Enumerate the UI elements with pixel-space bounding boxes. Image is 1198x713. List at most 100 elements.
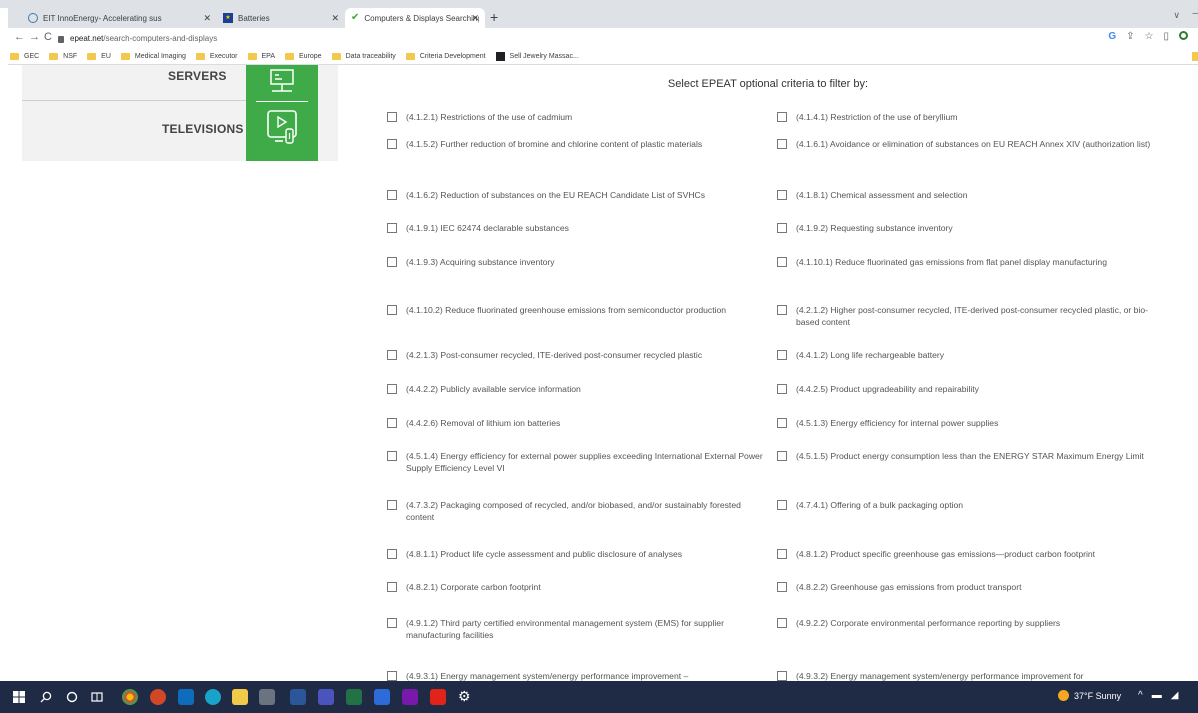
task-view-icon[interactable] — [91, 691, 103, 703]
settings-icon[interactable]: ⚙ — [458, 688, 471, 705]
criterion-option[interactable]: (4.1.8.1) Chemical assessment and select… — [777, 189, 1163, 201]
criterion-checkbox[interactable] — [777, 671, 787, 681]
criterion-checkbox[interactable] — [387, 305, 397, 315]
criterion-checkbox[interactable] — [387, 384, 397, 394]
bookmark-data-traceability[interactable]: Data traceability — [331, 52, 396, 60]
search-icon[interactable] — [40, 691, 52, 703]
teams-icon[interactable] — [318, 689, 334, 705]
bookmark-criteria-development[interactable]: Criteria Development — [405, 52, 486, 60]
criterion-option[interactable]: (4.5.1.5) Product energy consumption les… — [777, 450, 1163, 462]
new-tab-button[interactable]: + — [490, 9, 498, 25]
criterion-option[interactable]: (4.1.9.2) Requesting substance inventory — [777, 222, 1163, 234]
tab-search-menu-icon[interactable]: ∨ — [1173, 10, 1180, 21]
workdocs-icon[interactable] — [374, 689, 390, 705]
criterion-option[interactable]: (4.8.1.2) Product specific greenhouse ga… — [777, 548, 1163, 560]
reload-icon[interactable]: C — [44, 31, 52, 43]
weather-widget[interactable]: 37°F Sunny — [1058, 690, 1121, 701]
bookmark-executor[interactable]: Executor — [195, 52, 238, 60]
category-servers[interactable]: SERVERS — [168, 69, 227, 83]
bookmark-epa[interactable]: EPA — [247, 52, 275, 60]
criterion-checkbox[interactable] — [387, 418, 397, 428]
criterion-option[interactable]: (4.1.9.1) IEC 62474 declarable substance… — [387, 222, 769, 234]
criterion-checkbox[interactable] — [387, 500, 397, 510]
file-explorer-icon[interactable] — [232, 689, 248, 705]
criterion-checkbox[interactable] — [777, 112, 787, 122]
criterion-option[interactable]: (4.8.2.1) Corporate carbon footprint — [387, 581, 769, 593]
criterion-checkbox[interactable] — [777, 549, 787, 559]
criterion-checkbox[interactable] — [777, 190, 787, 200]
criterion-checkbox[interactable] — [777, 500, 787, 510]
outlook-icon[interactable] — [178, 689, 194, 705]
criterion-checkbox[interactable] — [777, 582, 787, 592]
category-televisions[interactable]: TELEVISIONS — [162, 122, 244, 136]
criterion-checkbox[interactable] — [777, 618, 787, 628]
other-bookmarks-folder-icon[interactable] — [1192, 52, 1198, 61]
minimize-window-icon[interactable]: – — [1192, 8, 1198, 19]
criterion-option[interactable]: (4.9.3.1) Energy management system/energ… — [387, 670, 769, 681]
criterion-option[interactable]: (4.1.9.3) Acquiring substance inventory — [387, 256, 769, 268]
criterion-option[interactable]: (4.2.1.3) Post-consumer recycled, ITE-de… — [387, 349, 769, 361]
criterion-option[interactable]: (4.4.2.6) Removal of lithium ion batteri… — [387, 417, 769, 429]
bookmark-sell-jewelry[interactable]: Sell Jewelry Massac... — [495, 51, 579, 61]
criterion-option[interactable]: (4.8.2.2) Greenhouse gas emissions from … — [777, 581, 1163, 593]
profile-avatar-icon[interactable] — [1179, 31, 1188, 40]
cortana-icon[interactable] — [66, 691, 78, 703]
criterion-checkbox[interactable] — [387, 618, 397, 628]
criterion-option[interactable]: (4.1.6.2) Reduction of substances on the… — [387, 189, 769, 201]
volume-icon[interactable]: ◢ — [1171, 690, 1179, 701]
criterion-checkbox[interactable] — [777, 384, 787, 394]
criterion-checkbox[interactable] — [387, 451, 397, 461]
criterion-option[interactable]: (4.1.10.1) Reduce fluorinated gas emissi… — [777, 256, 1163, 268]
criterion-checkbox[interactable] — [777, 418, 787, 428]
address-bar[interactable]: epeat.net /search-computers-and-displays — [58, 30, 1168, 46]
criterion-checkbox[interactable] — [387, 112, 397, 122]
criterion-option[interactable]: (4.4.1.2) Long life rechargeable battery — [777, 349, 1163, 361]
forward-arrow-icon[interactable]: → — [29, 31, 40, 43]
word-icon[interactable] — [290, 689, 306, 705]
criterion-option[interactable]: (4.1.4.1) Restriction of the use of bery… — [777, 111, 1163, 123]
criterion-checkbox[interactable] — [387, 671, 397, 681]
criterion-checkbox[interactable] — [387, 257, 397, 267]
calculator-icon[interactable] — [259, 689, 275, 705]
powerpoint-icon[interactable] — [150, 689, 166, 705]
criterion-option[interactable]: (4.1.2.1) Restrictions of the use of cad… — [387, 111, 769, 123]
criterion-checkbox[interactable] — [777, 257, 787, 267]
criterion-option[interactable]: (4.1.5.2) Further reduction of bromine a… — [387, 138, 769, 150]
criterion-option[interactable]: (4.4.2.2) Publicly available service inf… — [387, 383, 769, 395]
back-arrow-icon[interactable]: ← — [14, 31, 25, 43]
criterion-checkbox[interactable] — [387, 190, 397, 200]
tray-chevron-icon[interactable]: ^ — [1138, 690, 1143, 701]
google-lens-icon[interactable]: G — [1108, 31, 1116, 42]
bookmark-gec[interactable]: GEC — [10, 52, 39, 60]
criterion-checkbox[interactable] — [387, 549, 397, 559]
criterion-checkbox[interactable] — [387, 139, 397, 149]
criterion-option[interactable]: (4.8.1.1) Product life cycle assessment … — [387, 548, 769, 560]
criterion-option[interactable]: (4.2.1.2) Higher post-consumer recycled,… — [777, 304, 1163, 328]
criterion-checkbox[interactable] — [387, 223, 397, 233]
close-tab-icon[interactable]: ✕ — [471, 13, 479, 24]
criterion-checkbox[interactable] — [777, 139, 787, 149]
criterion-option[interactable]: (4.9.2.2) Corporate environmental perfor… — [777, 617, 1163, 629]
criterion-option[interactable]: (4.1.6.1) Avoidance or elimination of su… — [777, 138, 1163, 150]
criterion-checkbox[interactable] — [387, 582, 397, 592]
close-tab-icon[interactable]: ✕ — [331, 13, 339, 24]
criterion-option[interactable]: (4.7.3.2) Packaging composed of recycled… — [387, 499, 769, 523]
side-panel-icon[interactable]: ▯ — [1163, 31, 1169, 42]
close-tab-icon[interactable]: ✕ — [203, 13, 211, 24]
criterion-checkbox[interactable] — [777, 305, 787, 315]
criterion-option[interactable]: (4.1.10.2) Reduce fluorinated greenhouse… — [387, 304, 769, 316]
criterion-checkbox[interactable] — [777, 451, 787, 461]
tab-computers-displays[interactable]: ✔ Computers & Displays Searching ✕ — [345, 8, 485, 28]
criterion-option[interactable]: (4.9.3.2) Energy management system/energ… — [777, 670, 1163, 681]
bookmark-star-icon[interactable]: ☆ — [1145, 31, 1154, 42]
criterion-checkbox[interactable] — [777, 223, 787, 233]
bookmark-medical-imaging[interactable]: Medical Imaging — [120, 52, 186, 60]
criterion-option[interactable]: (4.5.1.3) Energy efficiency for internal… — [777, 417, 1163, 429]
edge-icon[interactable] — [205, 689, 221, 705]
server-icon[interactable] — [268, 69, 296, 97]
bookmark-europe[interactable]: Europe — [285, 52, 322, 60]
acrobat-icon[interactable] — [430, 689, 446, 705]
tab-eit-innoenergy[interactable]: EIT InnoEnergy- Accelerating sus ✕ — [22, 8, 217, 28]
criterion-option[interactable]: (4.4.2.5) Product upgradeability and rep… — [777, 383, 1163, 395]
criterion-option[interactable]: (4.9.1.2) Third party certified environm… — [387, 617, 769, 641]
